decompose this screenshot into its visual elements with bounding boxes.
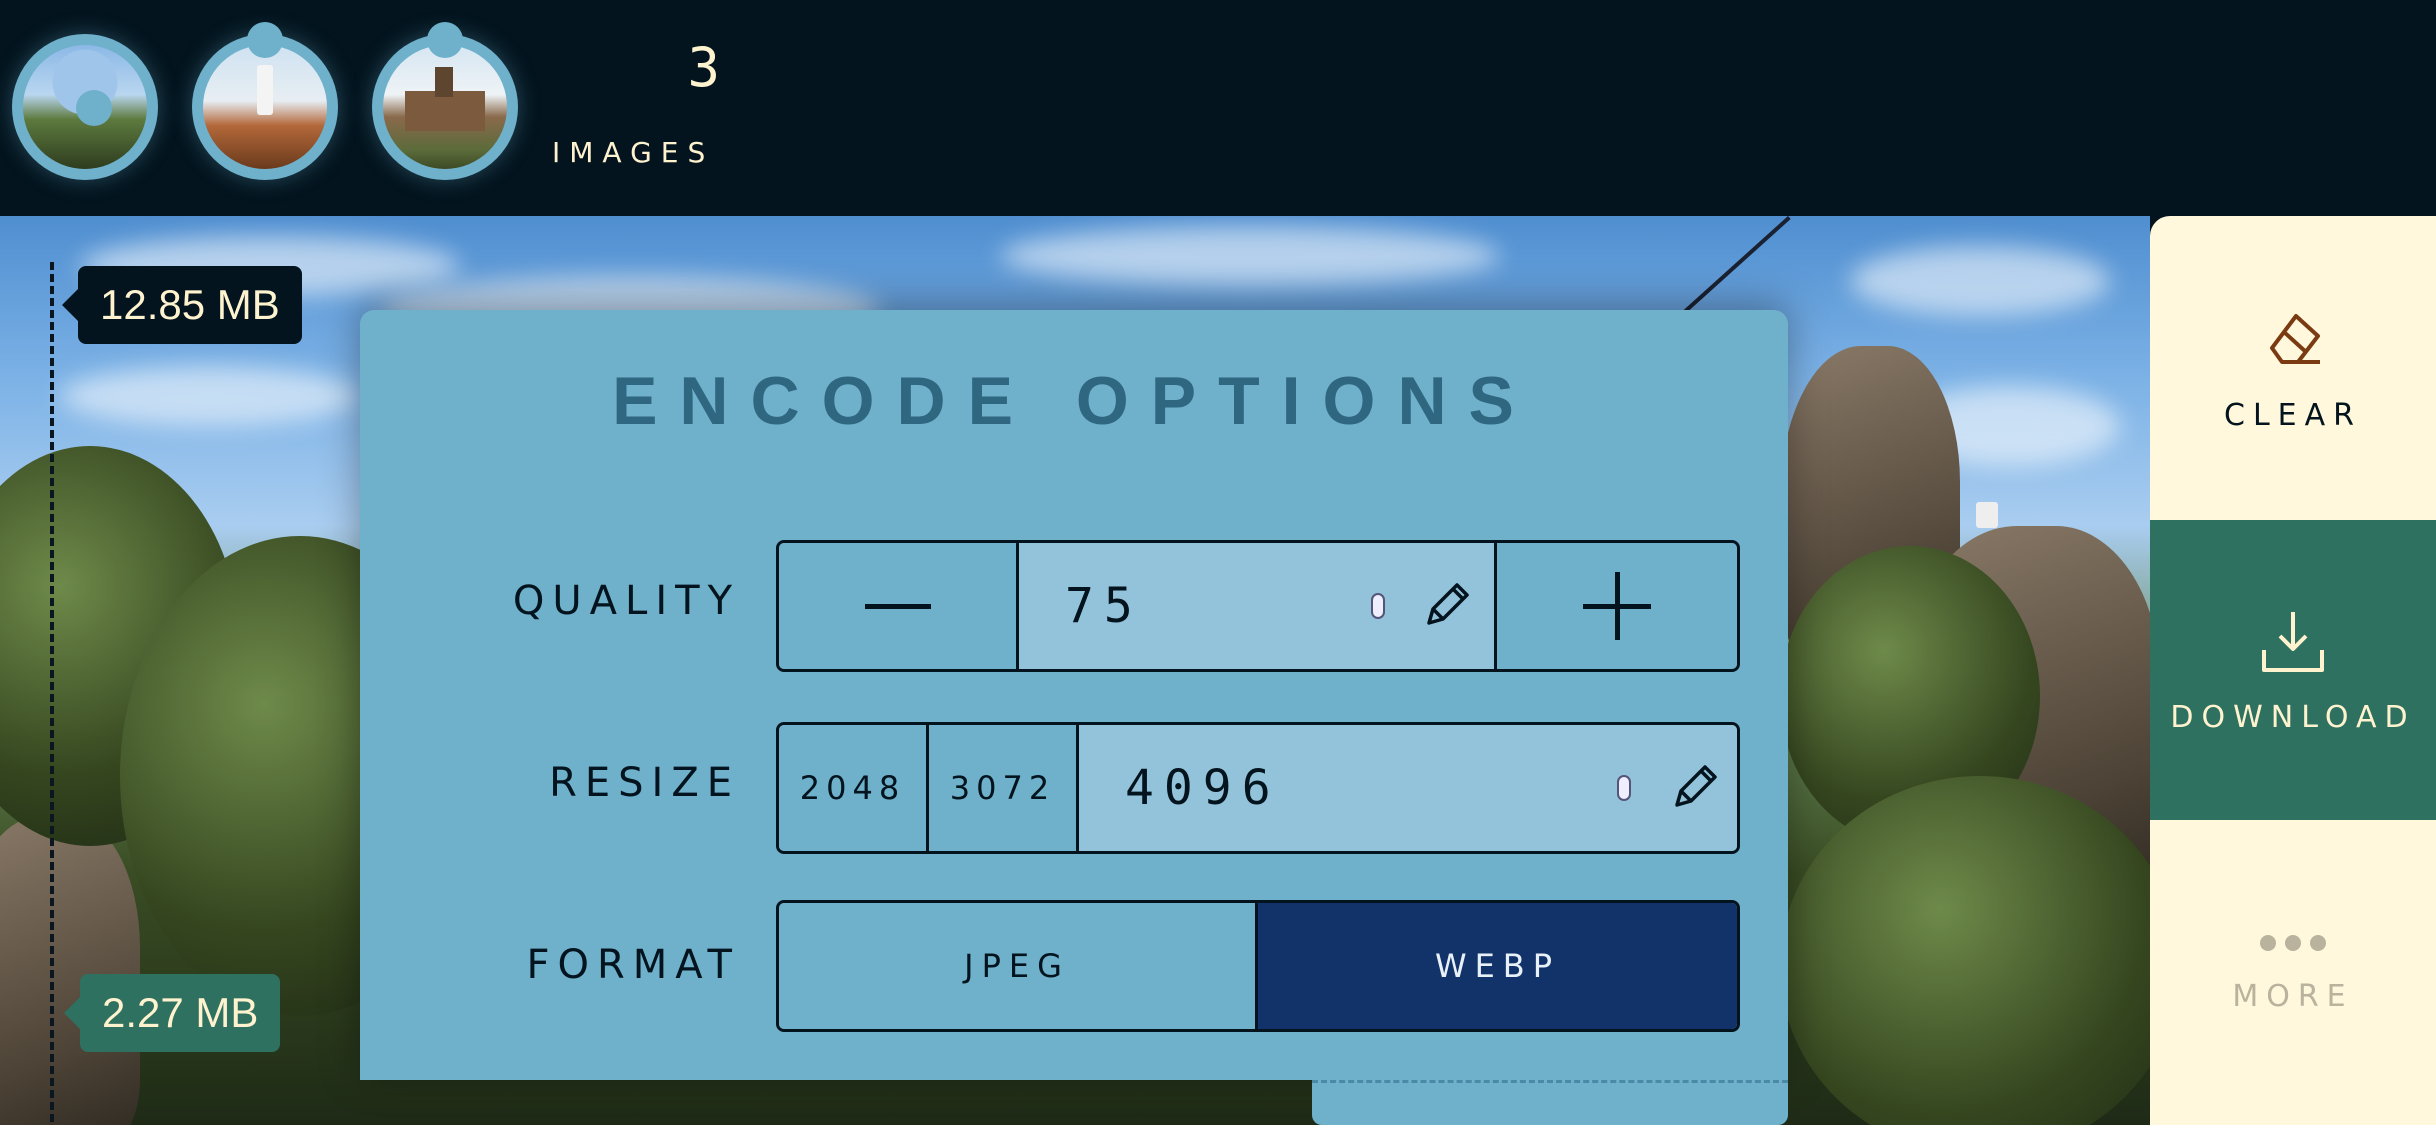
thumbnail-lighthouse[interactable] [192, 22, 338, 180]
thumbnail-image [383, 45, 507, 169]
original-size-badge: 12.85 MB [62, 266, 302, 344]
quality-control: 75 [776, 540, 1740, 672]
format-selector: JPEG WEBP [776, 900, 1740, 1032]
pencil-icon[interactable] [1667, 759, 1723, 815]
images-count: 3 [687, 36, 720, 99]
thumbnail-indicator [427, 22, 463, 58]
resize-preset-3072[interactable]: 3072 [929, 725, 1079, 851]
download-label: DOWNLOAD [2170, 699, 2416, 735]
more-label: MORE [2232, 979, 2354, 1014]
quality-decrease-button[interactable] [779, 543, 1019, 669]
resize-label: RESIZE [549, 760, 740, 806]
thumbnail-coastal-rocks[interactable] [12, 34, 158, 180]
download-icon [2262, 611, 2324, 672]
action-sidebar: CLEAR DOWNLOAD MORE [2150, 216, 2436, 1125]
resize-control: 2048 3072 4096 [776, 722, 1740, 854]
format-option-jpeg[interactable]: JPEG [779, 903, 1258, 1029]
quality-input[interactable]: 75 [1019, 543, 1497, 669]
download-button[interactable]: DOWNLOAD [2150, 520, 2436, 820]
thumbnail-indicator [76, 90, 112, 126]
thumbnail-indicator [247, 22, 283, 58]
lighthouse [1976, 502, 1998, 528]
spinner-icon[interactable] [1617, 775, 1631, 801]
resize-value: 4096 [1125, 760, 1281, 816]
resize-preset-2048[interactable]: 2048 [779, 725, 929, 851]
pencil-icon[interactable] [1419, 577, 1475, 633]
spinner-icon[interactable] [1371, 593, 1385, 619]
images-label: IMAGES [552, 136, 715, 169]
panel-drawer-tab[interactable] [1312, 1080, 1788, 1125]
format-label: FORMAT [526, 942, 740, 988]
more-button[interactable]: MORE [2150, 820, 2436, 1125]
quality-increase-button[interactable] [1497, 543, 1737, 669]
encode-options-panel: ENCODE OPTIONS QUALITY 75 RESIZE 2048 30… [360, 310, 1788, 1080]
panel-title: ENCODE OPTIONS [612, 363, 1536, 439]
quality-value: 75 [1065, 578, 1143, 634]
comparison-divider[interactable] [50, 262, 54, 1122]
format-option-webp[interactable]: WEBP [1258, 903, 1737, 1029]
clear-button[interactable]: CLEAR [2150, 216, 2436, 520]
minus-icon [864, 603, 931, 609]
top-bar: 3 IMAGES [0, 0, 2436, 216]
quality-label: QUALITY [512, 578, 740, 624]
thumbnail-image [203, 45, 327, 169]
eraser-icon [2270, 313, 2320, 364]
clear-label: CLEAR [2224, 397, 2362, 433]
resize-input[interactable]: 4096 [1079, 725, 1737, 851]
more-dots-icon [2260, 935, 2326, 951]
thumbnail-castle[interactable] [372, 22, 518, 180]
compressed-size-badge: 2.27 MB [63, 974, 281, 1052]
